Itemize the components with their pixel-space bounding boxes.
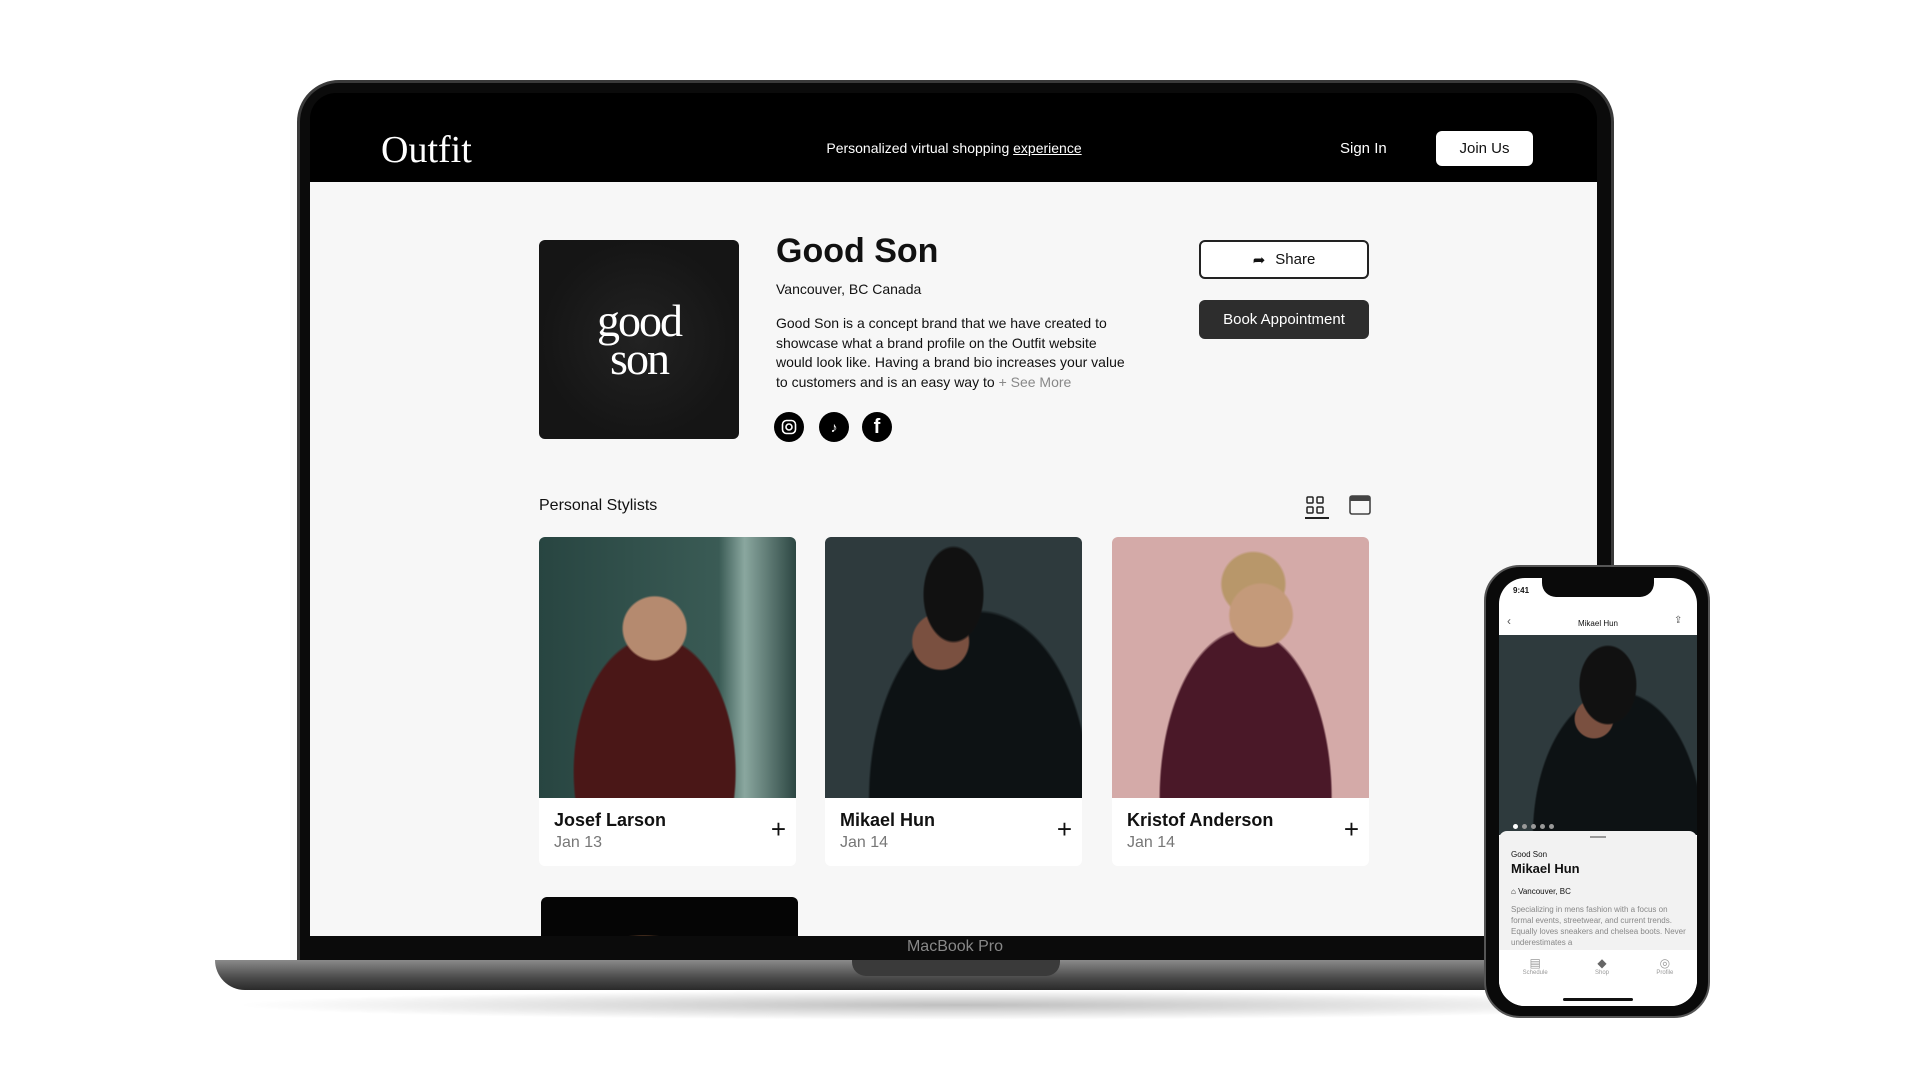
- share-icon[interactable]: ⇪: [1674, 615, 1682, 626]
- stylist-name: Kristof Anderson: [1127, 810, 1274, 830]
- brand-name: Good Son: [776, 232, 939, 270]
- outfit-logo[interactable]: Outfit: [381, 128, 472, 172]
- sign-in-link[interactable]: Sign In: [1340, 140, 1387, 157]
- instagram-icon[interactable]: [774, 412, 804, 442]
- see-more-link[interactable]: + See More: [999, 374, 1072, 390]
- carousel-dots[interactable]: [1513, 824, 1554, 829]
- home-indicator: [1563, 998, 1633, 1001]
- stylist-photo: [825, 537, 1082, 798]
- brand-logo: good son: [539, 240, 739, 439]
- calendar-icon: ▤: [1529, 956, 1541, 970]
- stylist-date: Jan 14: [1127, 834, 1176, 851]
- stylist-photo: [1112, 537, 1369, 798]
- stylist-name: Josef Larson: [554, 810, 667, 830]
- add-icon[interactable]: +: [1344, 816, 1359, 842]
- tag-icon: ◆: [1597, 956, 1607, 970]
- profile-icon: ◎: [1659, 956, 1671, 970]
- tiktok-icon[interactable]: ♪: [819, 412, 849, 442]
- tab-profile[interactable]: ◎ Profile: [1656, 956, 1673, 1006]
- brand-location: Vancouver, BC Canada: [776, 281, 922, 297]
- stylist-card[interactable]: Kristof Anderson Jan 14 +: [1112, 537, 1369, 866]
- home-icon: ⌂: [1511, 887, 1516, 896]
- stylist-photo: [539, 537, 796, 798]
- stylist-card[interactable]: Josef Larson Jan 13 +: [539, 537, 796, 866]
- experience-link[interactable]: experience: [1013, 140, 1082, 156]
- phone-notch: [1542, 575, 1654, 597]
- join-us-button[interactable]: Join Us: [1436, 131, 1533, 166]
- status-time: 9:41: [1513, 586, 1530, 595]
- add-icon[interactable]: +: [771, 816, 786, 842]
- section-heading: Personal Stylists: [539, 497, 658, 514]
- tab-schedule[interactable]: ▤ Schedule: [1523, 956, 1548, 1006]
- facebook-icon[interactable]: f: [862, 412, 892, 442]
- calendar-icon[interactable]: [1348, 492, 1372, 521]
- share-button[interactable]: ➦ Share: [1199, 240, 1369, 279]
- page-content: good son Good Son Vancouver, BC Canada Go…: [310, 182, 1597, 936]
- laptop-notch: [852, 960, 1060, 976]
- phone-location: ⌂ Vancouver, BC: [1511, 887, 1571, 896]
- brand-bio: Good Son is a concept brand that we have…: [776, 315, 1125, 390]
- stylist-card[interactable]: Mikael Hun Jan 14 +: [825, 537, 1082, 866]
- stylist-name: Mikael Hun: [840, 810, 936, 830]
- phone-screen: 9:41 ‹ Mikael Hun ⇪ Good Son Mikael Hun …: [1499, 578, 1697, 1006]
- laptop-shadow: [230, 990, 1690, 1020]
- stylist-card[interactable]: [541, 897, 798, 936]
- tagline: Personalized virtual shopping experience: [754, 140, 1154, 156]
- site-header: [310, 93, 1597, 182]
- add-icon[interactable]: +: [1057, 816, 1072, 842]
- stylist-date: Jan 14: [840, 834, 889, 851]
- phone-title: Mikael Hun: [1577, 619, 1618, 628]
- tagline-text: Personalized virtual shopping: [826, 140, 1014, 156]
- share-arrow-icon: ➦: [1252, 251, 1266, 269]
- phone-bio: Specializing in mens fashion with a focu…: [1511, 905, 1686, 947]
- phone-name: Mikael Hun: [1511, 861, 1580, 876]
- phone-brand: Good Son: [1511, 850, 1548, 859]
- grid-icon[interactable]: [1305, 495, 1329, 519]
- book-appointment-button[interactable]: Book Appointment: [1199, 300, 1369, 339]
- stylist-date: Jan 13: [554, 834, 603, 851]
- stylist-photo: [1499, 635, 1697, 835]
- device-label: MacBook Pro: [906, 938, 1004, 955]
- sheet-handle[interactable]: [1590, 836, 1606, 838]
